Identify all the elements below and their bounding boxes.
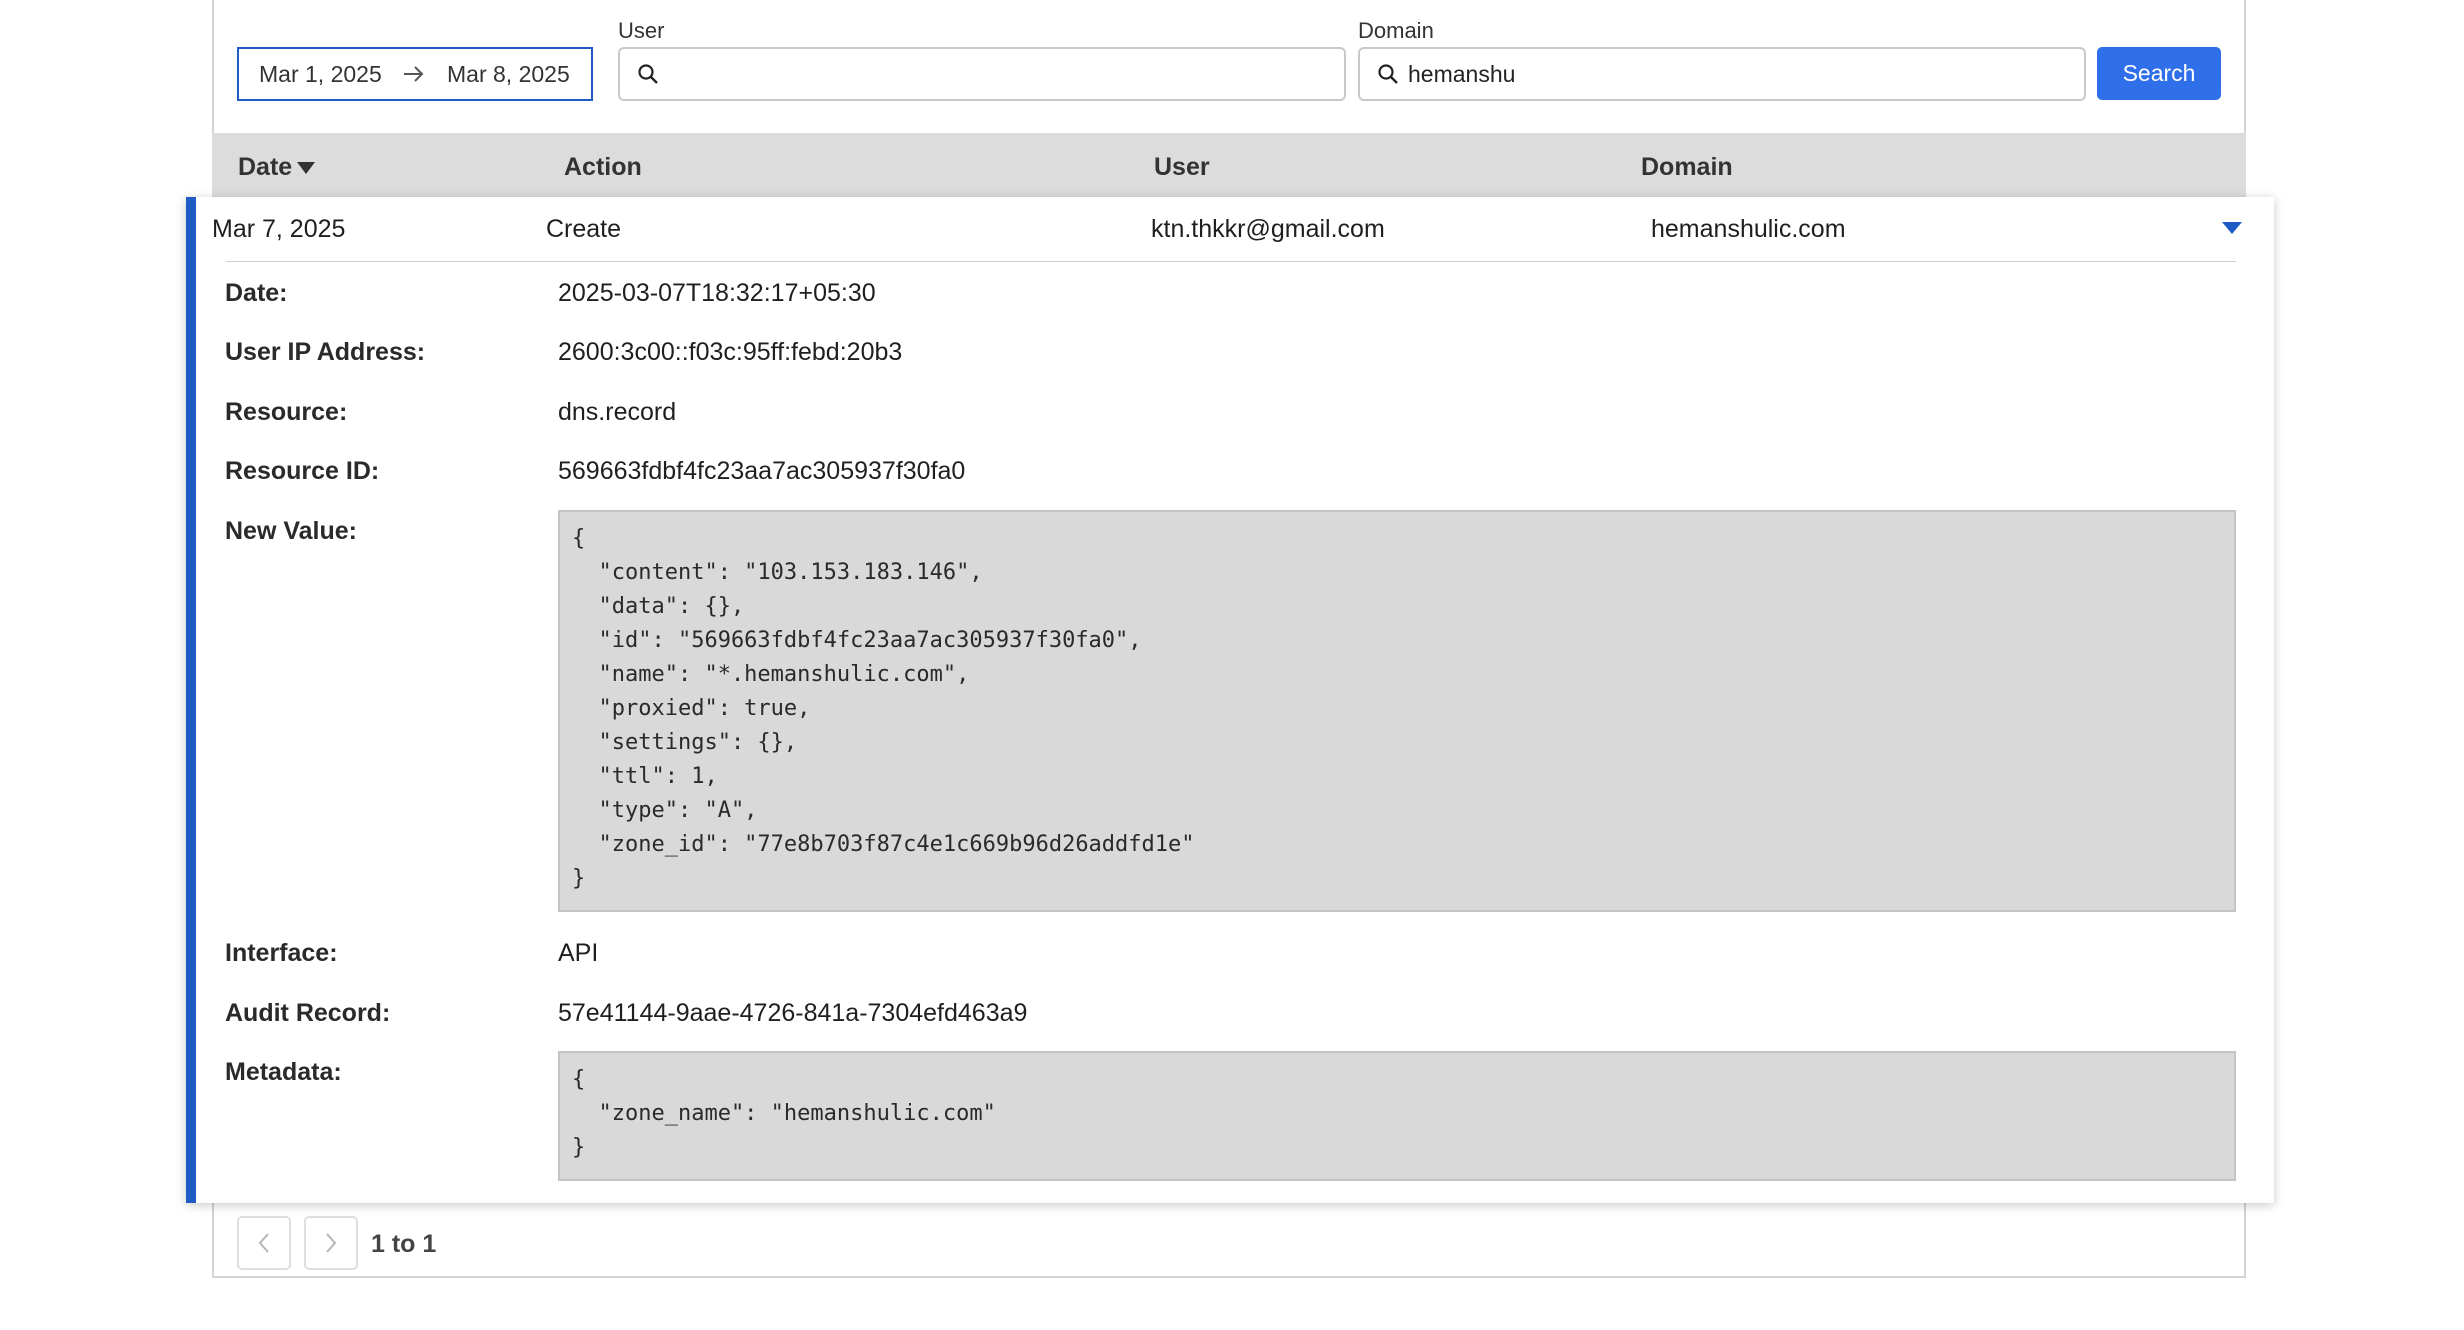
- detail-new-value-label: New Value:: [225, 517, 357, 545]
- user-search-input[interactable]: [668, 60, 1344, 88]
- search-icon: [638, 64, 658, 84]
- row-selected-accent: [186, 197, 196, 1203]
- pagination-range: 1 to 1: [371, 1230, 437, 1258]
- table-header: Date Action User Domain: [212, 133, 2246, 199]
- date-range-start[interactable]: Mar 1, 2025: [259, 61, 382, 88]
- search-button[interactable]: Search: [2097, 47, 2221, 100]
- domain-filter-label: Domain: [1358, 18, 1434, 43]
- detail-interface-label: Interface:: [225, 939, 338, 967]
- row-date: Mar 7, 2025: [212, 215, 346, 243]
- metadata-code-block: { "zone_name": "hemanshulic.com" }: [558, 1051, 2236, 1181]
- detail-interface-value: API: [558, 939, 599, 967]
- detail-ip-value: 2600:3c00::f03c:95ff:febd:20b3: [558, 338, 903, 366]
- detail-resource-value: dns.record: [558, 398, 677, 426]
- sort-down-icon[interactable]: [296, 161, 316, 175]
- domain-filter[interactable]: [1358, 47, 2086, 101]
- row-domain: hemanshulic.com: [1651, 215, 1846, 243]
- detail-audit-label: Audit Record:: [225, 999, 391, 1027]
- column-header-action: Action: [564, 153, 642, 181]
- date-range-end[interactable]: Mar 8, 2025: [447, 61, 570, 88]
- user-filter-label: User: [618, 18, 665, 43]
- detail-metadata-label: Metadata:: [225, 1058, 342, 1086]
- column-header-domain: Domain: [1641, 153, 1733, 181]
- row-user: ktn.thkkr@gmail.com: [1151, 215, 1385, 243]
- chevron-down-icon[interactable]: [2221, 221, 2243, 235]
- detail-ip-label: User IP Address:: [225, 338, 426, 366]
- previous-page-button[interactable]: [237, 1216, 291, 1270]
- detail-date-label: Date:: [225, 279, 288, 307]
- chevron-left-icon: [258, 1233, 269, 1253]
- date-range-picker[interactable]: Mar 1, 2025 Mar 8, 2025: [237, 47, 593, 101]
- search-icon: [1378, 64, 1398, 84]
- detail-resource-id-value: 569663fdbf4fc23aa7ac305937f30fa0: [558, 457, 966, 485]
- expanded-table-row: Mar 7, 2025 Create ktn.thkkr@gmail.com h…: [186, 197, 2274, 1203]
- next-page-button[interactable]: [304, 1216, 358, 1270]
- row-action: Create: [546, 215, 622, 243]
- column-header-date-label: Date: [238, 153, 293, 181]
- detail-date-value: 2025-03-07T18:32:17+05:30: [558, 279, 876, 307]
- arrow-right-icon: [404, 66, 424, 82]
- new-value-code-block: { "content": "103.153.183.146", "data": …: [558, 510, 2236, 912]
- detail-resource-id-label: Resource ID:: [225, 457, 380, 485]
- user-filter[interactable]: [618, 47, 1346, 101]
- detail-resource-label: Resource:: [225, 398, 348, 426]
- domain-search-input[interactable]: [1408, 60, 2084, 88]
- chevron-right-icon: [326, 1233, 337, 1253]
- detail-audit-value: 57e41144-9aae-4726-841a-7304efd463a9: [558, 999, 1028, 1027]
- row-divider: [226, 261, 2236, 262]
- column-header-user: User: [1154, 153, 1210, 181]
- column-header-date[interactable]: Date: [238, 153, 316, 182]
